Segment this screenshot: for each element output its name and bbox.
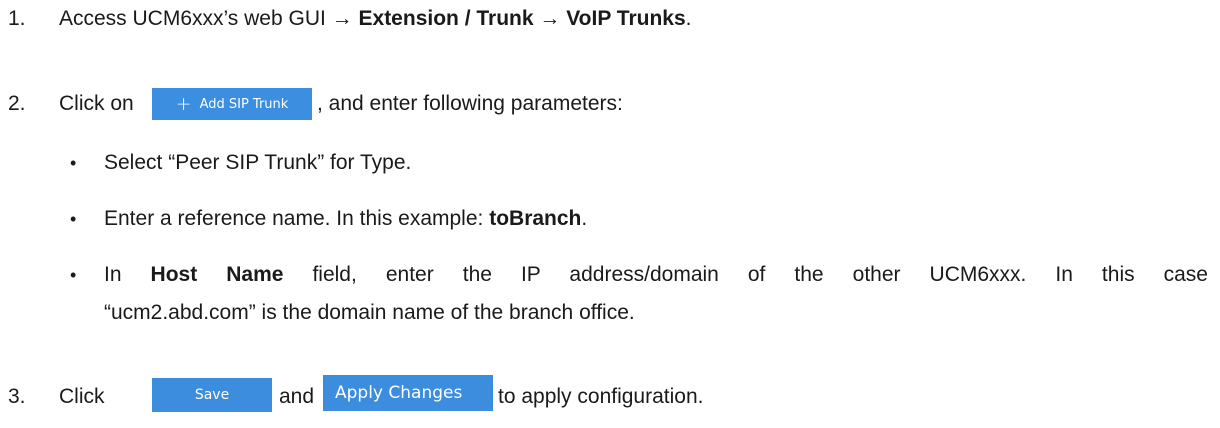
bullet-item-continuation: “ucm2.abd.com” is the domain name of the… [104,300,635,326]
bullet-text: In Host Name field, enter the IP address… [104,262,1208,288]
bullet-text-post: field, enter the IP address/domain of th… [283,263,1208,286]
bullet-text-post: . [581,207,588,230]
arrow-right-icon: → [331,7,353,30]
step-3-text-mid: and [279,385,315,408]
bullet-icon: • [70,265,77,285]
bullet-icon: • [70,209,77,229]
step-1-text-pre: Access UCM6xxx’s web GUI [59,7,332,30]
bullet-text-pre: Enter a reference name. In this example: [104,207,490,230]
add-sip-trunk-label: Add SIP Trunk [199,96,289,112]
step-3-text-post: to apply configuration. [498,385,704,408]
bullet-text: Select “Peer SIP Trunk” for Type. [104,151,412,174]
plus-icon: + [175,92,192,115]
apply-changes-label: Apply Changes [335,383,463,403]
menu-extension-trunk: Extension / Trunk [352,7,540,30]
bullet-text-pre: In [104,263,151,286]
step-1-text-post: . [685,7,692,30]
arrow-right-icon: → [539,7,561,30]
step-2-text-post: , and enter following parameters: [317,92,623,115]
step-number: 3. [8,385,26,408]
bullet-text-line2: “ucm2.abd.com” is the domain name of the… [104,301,635,324]
add-sip-trunk-button[interactable]: + Add SIP Trunk [152,88,312,120]
step-number: 1. [8,7,26,30]
menu-voip-trunks: VoIP Trunks [560,7,686,30]
step-2-text-pre: Click on [59,92,134,115]
step-1-text: Access UCM6xxx’s web GUI → Extension / T… [59,6,691,32]
bullet-text: Enter a reference name. In this example:… [104,206,587,232]
step-3-text-pre: Click [59,385,105,408]
save-button[interactable]: Save [152,378,272,412]
host-name-label: Host Name [150,263,284,286]
step-number: 2. [8,92,26,115]
bullet-icon: • [70,153,77,173]
apply-changes-button[interactable]: Apply Changes [323,375,493,411]
reference-name-example: toBranch [489,207,582,230]
save-label: Save [194,387,230,403]
